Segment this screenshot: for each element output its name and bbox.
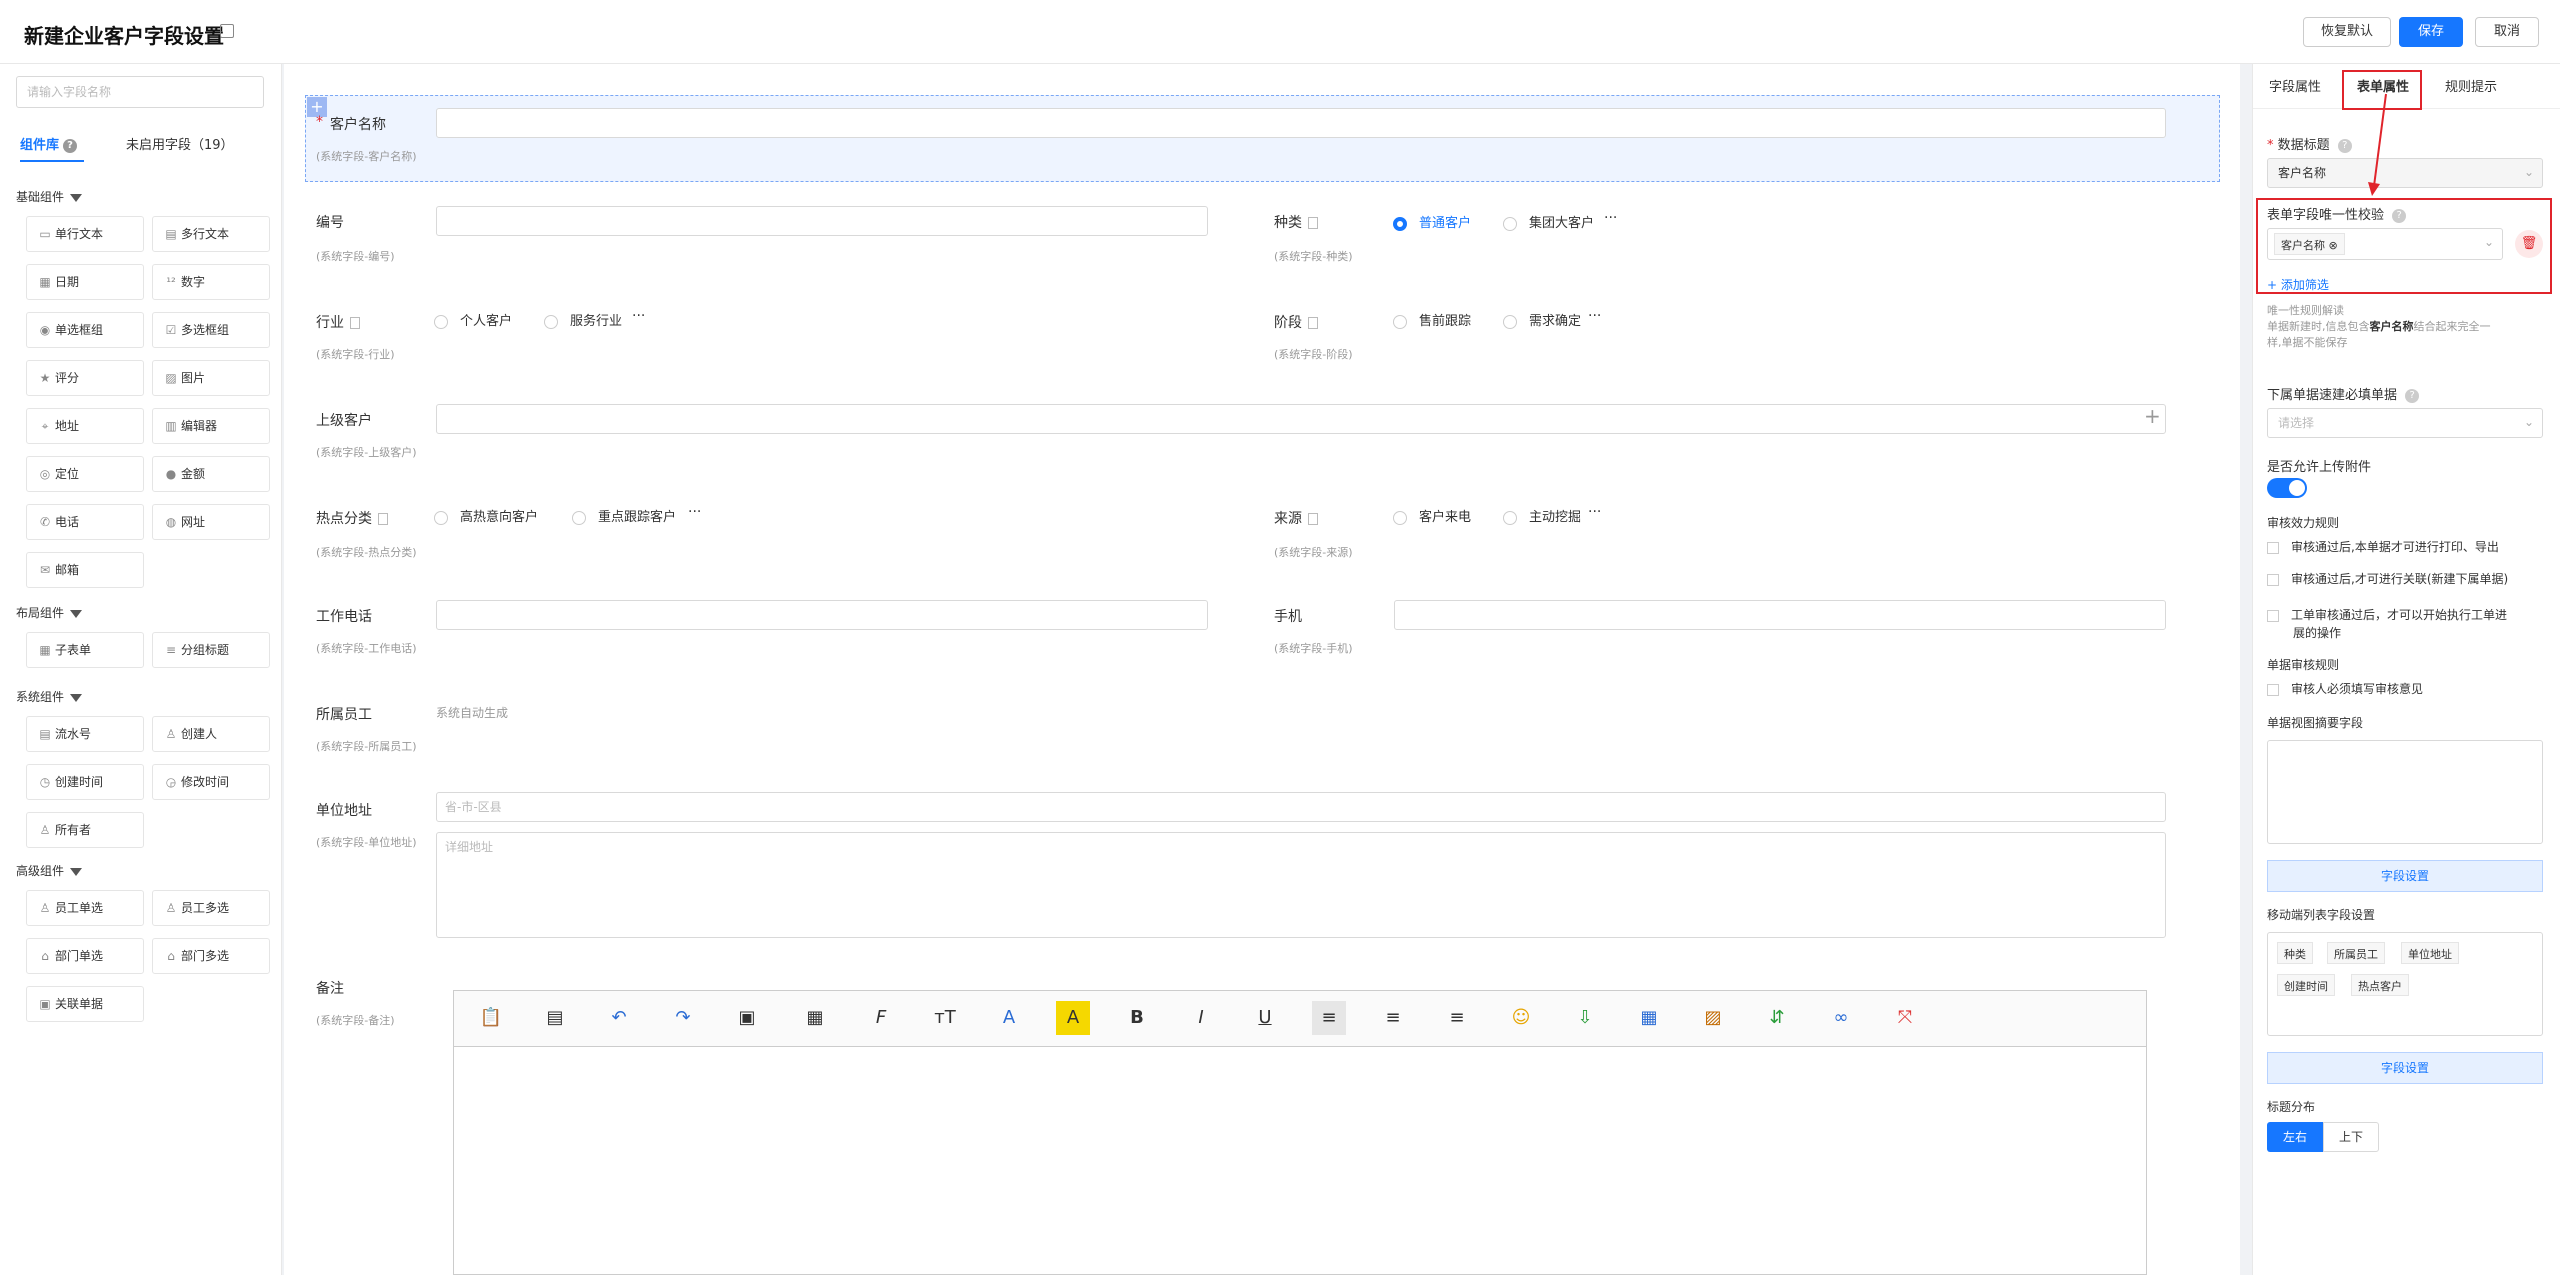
annotation-arrow: [2368, 93, 2387, 196]
arrow-head: [2368, 182, 2380, 196]
arrow-line: [2373, 93, 2387, 187]
